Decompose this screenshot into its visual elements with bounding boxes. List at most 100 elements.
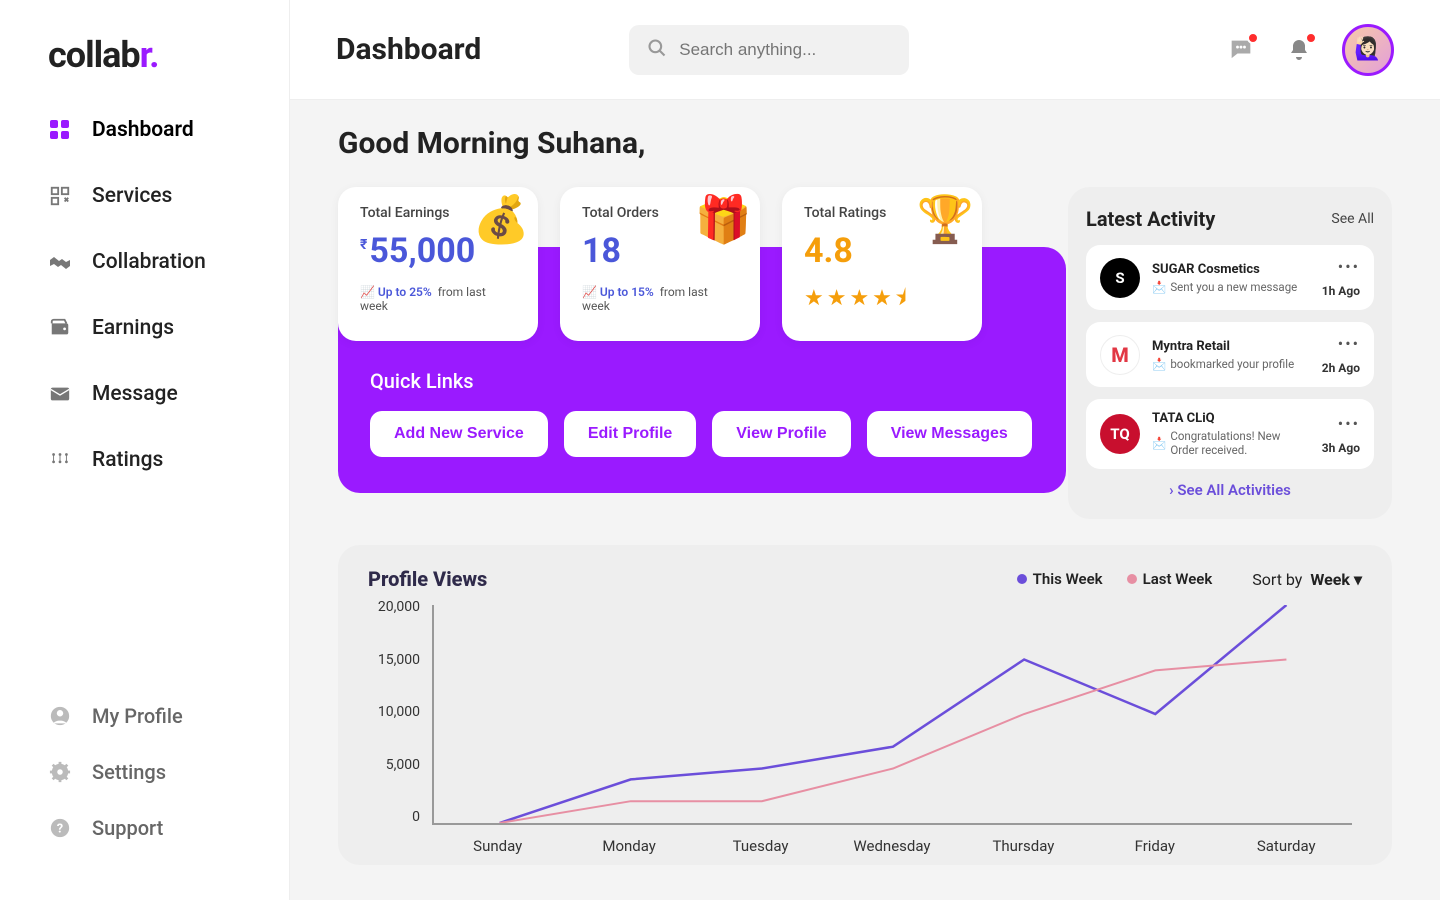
activity-avatar: M: [1100, 335, 1140, 375]
activity-name: Myntra Retail: [1152, 339, 1310, 354]
series-last-week: [500, 660, 1287, 824]
activity-menu-icon[interactable]: •••: [1322, 414, 1360, 433]
search-icon: [647, 38, 667, 62]
y-tick-label: 15,000: [368, 652, 420, 668]
sidebar-item-label: Collabration: [92, 250, 206, 274]
topbar: Dashboard 🙋🏻‍♀️: [290, 0, 1440, 100]
sidebar-item-earnings[interactable]: Earnings: [48, 316, 269, 340]
mail-icon: [48, 382, 72, 406]
currency-symbol: ₹: [360, 237, 367, 253]
quicklink-edit-profile[interactable]: Edit Profile: [564, 411, 696, 457]
quick-links-title: Quick Links: [370, 369, 1034, 393]
x-tick-label: Tuesday: [695, 837, 826, 855]
svg-text:?: ?: [57, 822, 63, 837]
sidebar-item-label: Earnings: [92, 316, 174, 340]
star-rating: ★★★★⯨: [804, 281, 960, 319]
sidebar-item-services[interactable]: Services: [48, 184, 269, 208]
activity-name: TATA CLiQ: [1152, 411, 1310, 426]
sort-select[interactable]: Week ▾: [1310, 570, 1362, 589]
sidebar-item-message[interactable]: Message: [48, 382, 269, 406]
activity-avatar: S: [1100, 258, 1140, 298]
quicklink-add-service[interactable]: Add New Service: [370, 411, 548, 457]
search-input[interactable]: [679, 40, 891, 60]
logo-dot: .: [149, 34, 158, 76]
quicklink-view-profile[interactable]: View Profile: [712, 411, 850, 457]
activity-menu-icon[interactable]: •••: [1322, 257, 1360, 276]
stat-value: 55,000: [369, 231, 475, 271]
sort-label: Sort by: [1252, 570, 1302, 589]
x-tick-label: Saturday: [1221, 837, 1352, 855]
chat-button[interactable]: [1226, 35, 1256, 65]
chart-title: Profile Views: [368, 567, 487, 591]
x-tick-label: Sunday: [432, 837, 563, 855]
x-tick-label: Friday: [1089, 837, 1220, 855]
activity-item[interactable]: SSUGAR Cosmetics📩 Sent you a new message…: [1086, 245, 1374, 310]
stat-card-ratings: 🏆 Total Ratings 4.8 ★★★★⯨: [782, 187, 982, 341]
activity-title: Latest Activity: [1086, 207, 1215, 231]
greeting: Good Morning Suhana,: [338, 126, 1392, 161]
logo-text-1: collab: [48, 34, 140, 76]
dashboard-icon: [48, 118, 72, 142]
sidebar-item-profile[interactable]: My Profile: [48, 704, 269, 728]
user-icon: [48, 704, 72, 728]
activity-time: 3h Ago: [1322, 441, 1360, 455]
stat-card-orders: 🎁 Total Orders 18 📈 Up to 15% from last …: [560, 187, 760, 341]
wallet-icon: [48, 316, 72, 340]
chevron-down-icon: ▾: [1354, 570, 1362, 589]
gift-icon: 🎁: [695, 193, 752, 247]
sidebar-item-ratings[interactable]: Ratings: [48, 448, 269, 472]
services-icon: [48, 184, 72, 208]
y-tick-label: 5,000: [368, 757, 420, 773]
ratings-icon: [48, 448, 72, 472]
page-title: Dashboard: [336, 32, 481, 67]
activity-item[interactable]: M Myntra Retail 📩 bookmarked your profile •…: [1086, 322, 1374, 387]
gear-icon: [48, 760, 72, 784]
sidebar-item-settings[interactable]: Settings: [48, 760, 269, 784]
help-icon: ?: [48, 816, 72, 840]
y-tick-label: 10,000: [368, 704, 420, 720]
x-tick-label: Wednesday: [826, 837, 957, 855]
sidebar-item-label: Support: [92, 816, 163, 840]
sidebar-item-label: Dashboard: [92, 118, 194, 142]
stat-trend: 📈 Up to 25% from last week: [360, 285, 516, 313]
x-tick-label: Thursday: [958, 837, 1089, 855]
avatar[interactable]: 🙋🏻‍♀️: [1342, 24, 1394, 76]
sidebar-item-dashboard[interactable]: Dashboard: [48, 118, 269, 142]
activity-item[interactable]: TQ TATA CLiQ 📩 Congratulations! New Order …: [1086, 399, 1374, 469]
activity-time: 1h Ago: [1322, 284, 1360, 298]
legend-this-week: This Week: [1017, 570, 1103, 588]
handshake-icon: [48, 250, 72, 274]
activity-sub: 📩 bookmarked your profile: [1152, 357, 1310, 371]
activity-sub: 📩 Congratulations! New Order received.: [1152, 429, 1310, 457]
sidebar-item-support[interactable]: ? Support: [48, 816, 269, 840]
activity-avatar: TQ: [1100, 414, 1140, 454]
activity-name: SUGAR Cosmetics: [1152, 262, 1310, 277]
activity-see-all[interactable]: See All: [1331, 211, 1374, 227]
activity-time: 2h Ago: [1322, 361, 1360, 375]
x-tick-label: Monday: [563, 837, 694, 855]
bell-button[interactable]: [1284, 35, 1314, 65]
activity-panel: Latest Activity See All S SUGAR Cosmetics…: [1068, 187, 1392, 519]
sidebar-item-label: Services: [92, 184, 172, 208]
y-tick-label: 20,000: [368, 599, 420, 615]
quicklink-view-messages[interactable]: View Messages: [867, 411, 1032, 457]
sidebar-item-collaboration[interactable]: Collabration: [48, 250, 269, 274]
y-tick-label: 0: [368, 809, 420, 825]
search-box[interactable]: [629, 25, 909, 75]
stat-trend: 📈 Up to 15% from last week: [582, 285, 738, 313]
sidebar: collabr. Dashboard Services Collabration: [0, 0, 290, 900]
sidebar-footer: My Profile Settings ? Support: [48, 704, 269, 880]
chart-panel: Profile Views This Week Last Week Sort b…: [338, 545, 1392, 865]
sidebar-item-label: My Profile: [92, 704, 183, 728]
see-all-activities-link[interactable]: › See All Activities: [1086, 481, 1374, 499]
sidebar-item-label: Ratings: [92, 448, 163, 472]
logo-text-2: r: [140, 34, 149, 76]
series-this-week: [500, 605, 1287, 823]
sidebar-item-label: Settings: [92, 760, 166, 784]
activity-menu-icon[interactable]: •••: [1322, 334, 1360, 353]
bell-notification-dot: [1305, 32, 1317, 44]
chat-notification-dot: [1247, 32, 1259, 44]
sidebar-item-label: Message: [92, 382, 178, 406]
logo: collabr.: [48, 34, 269, 76]
moneybag-icon: 💰: [473, 193, 530, 247]
